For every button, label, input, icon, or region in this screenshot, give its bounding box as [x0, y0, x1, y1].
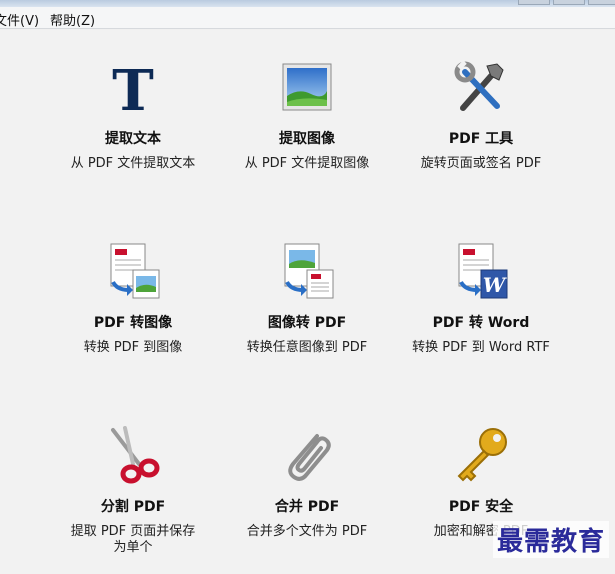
tile-image-to-pdf[interactable]: 图像转 PDF 转换任意图像到 PDF — [217, 242, 397, 392]
menu-bar: 文件(V) 帮助(Z) — [0, 7, 615, 29]
paperclip-icon — [277, 426, 337, 486]
tile-description: 转换任意图像到 PDF — [246, 340, 368, 355]
watermark-logo: 最需教育 — [492, 521, 609, 558]
tile-title: 提取图像 — [279, 131, 335, 147]
window-button[interactable] — [588, 0, 615, 5]
text-t-icon: T — [103, 58, 163, 118]
tile-pdf-to-image[interactable]: PDF 转图像 转换 PDF 到图像 — [43, 242, 223, 392]
image-to-pdf-icon — [277, 242, 337, 302]
tile-description: 转换 PDF 到图像 — [83, 340, 183, 355]
tile-description: 合并多个文件为 PDF — [246, 524, 368, 539]
tile-description: 转换 PDF 到 Word RTF — [412, 340, 550, 355]
tile-title: 图像转 PDF — [267, 315, 347, 331]
window-button[interactable] — [553, 0, 585, 5]
menu-file[interactable]: 文件(V) — [0, 10, 39, 29]
tile-title: 分割 PDF — [100, 499, 166, 515]
picture-icon — [277, 58, 337, 118]
tile-split-pdf[interactable]: 分割 PDF 提取 PDF 页面并保存为单个 — [43, 426, 223, 574]
scissors-icon — [103, 426, 163, 486]
tile-title: PDF 转图像 — [93, 315, 173, 331]
tile-title: PDF 转 Word — [432, 315, 530, 331]
tool-panel: T 提取文本 从 PDF 文件提取文本 提取图像 从 PDF 文件提取图像 PD… — [0, 30, 615, 574]
tile-description: 从 PDF 文件提取文本 — [70, 156, 196, 171]
tile-description: 提取 PDF 页面并保存为单个 — [70, 524, 196, 555]
tile-pdf-tools[interactable]: PDF 工具 旋转页面或签名 PDF — [391, 58, 571, 208]
tile-extract-images[interactable]: 提取图像 从 PDF 文件提取图像 — [217, 58, 397, 208]
tile-title: PDF 安全 — [448, 499, 514, 515]
tile-description: 从 PDF 文件提取图像 — [244, 156, 370, 171]
key-icon — [451, 426, 511, 486]
tile-title: 合并 PDF — [274, 499, 340, 515]
tile-description: 旋转页面或签名 PDF — [420, 156, 542, 171]
tools-icon — [451, 58, 511, 118]
tile-title: PDF 工具 — [448, 131, 514, 147]
tile-merge-pdf[interactable]: 合并 PDF 合并多个文件为 PDF — [217, 426, 397, 574]
tile-pdf-to-word[interactable]: W PDF 转 Word 转换 PDF 到 Word RTF — [391, 242, 571, 392]
svg-text:W: W — [483, 273, 508, 297]
svg-text:T: T — [112, 58, 154, 118]
tile-extract-text[interactable]: T 提取文本 从 PDF 文件提取文本 — [43, 58, 223, 208]
window-button[interactable] — [518, 0, 550, 5]
menu-help[interactable]: 帮助(Z) — [50, 10, 95, 29]
pdf-to-word-icon: W — [451, 242, 511, 302]
pdf-to-image-icon — [103, 242, 163, 302]
tile-title: 提取文本 — [105, 131, 161, 147]
